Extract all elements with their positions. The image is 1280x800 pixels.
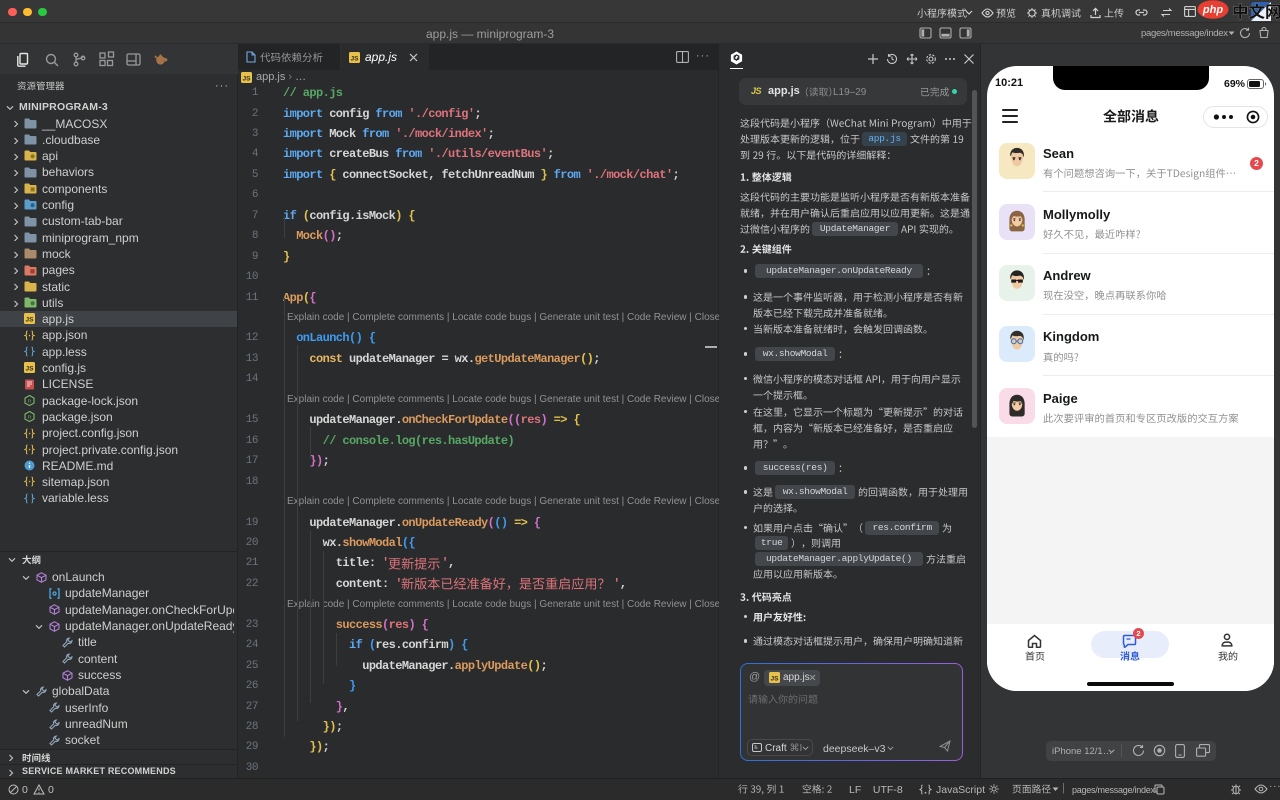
svg-text:n: n	[28, 398, 31, 404]
svg-text:php: php	[1202, 4, 1223, 16]
svg-text:JS: JS	[351, 55, 360, 62]
svg-text:n: n	[28, 415, 31, 421]
svg-text:JS: JS	[26, 366, 35, 373]
svg-text:JS: JS	[771, 675, 780, 682]
svg-text:JS: JS	[26, 317, 35, 324]
svg-text:JS: JS	[243, 75, 252, 82]
